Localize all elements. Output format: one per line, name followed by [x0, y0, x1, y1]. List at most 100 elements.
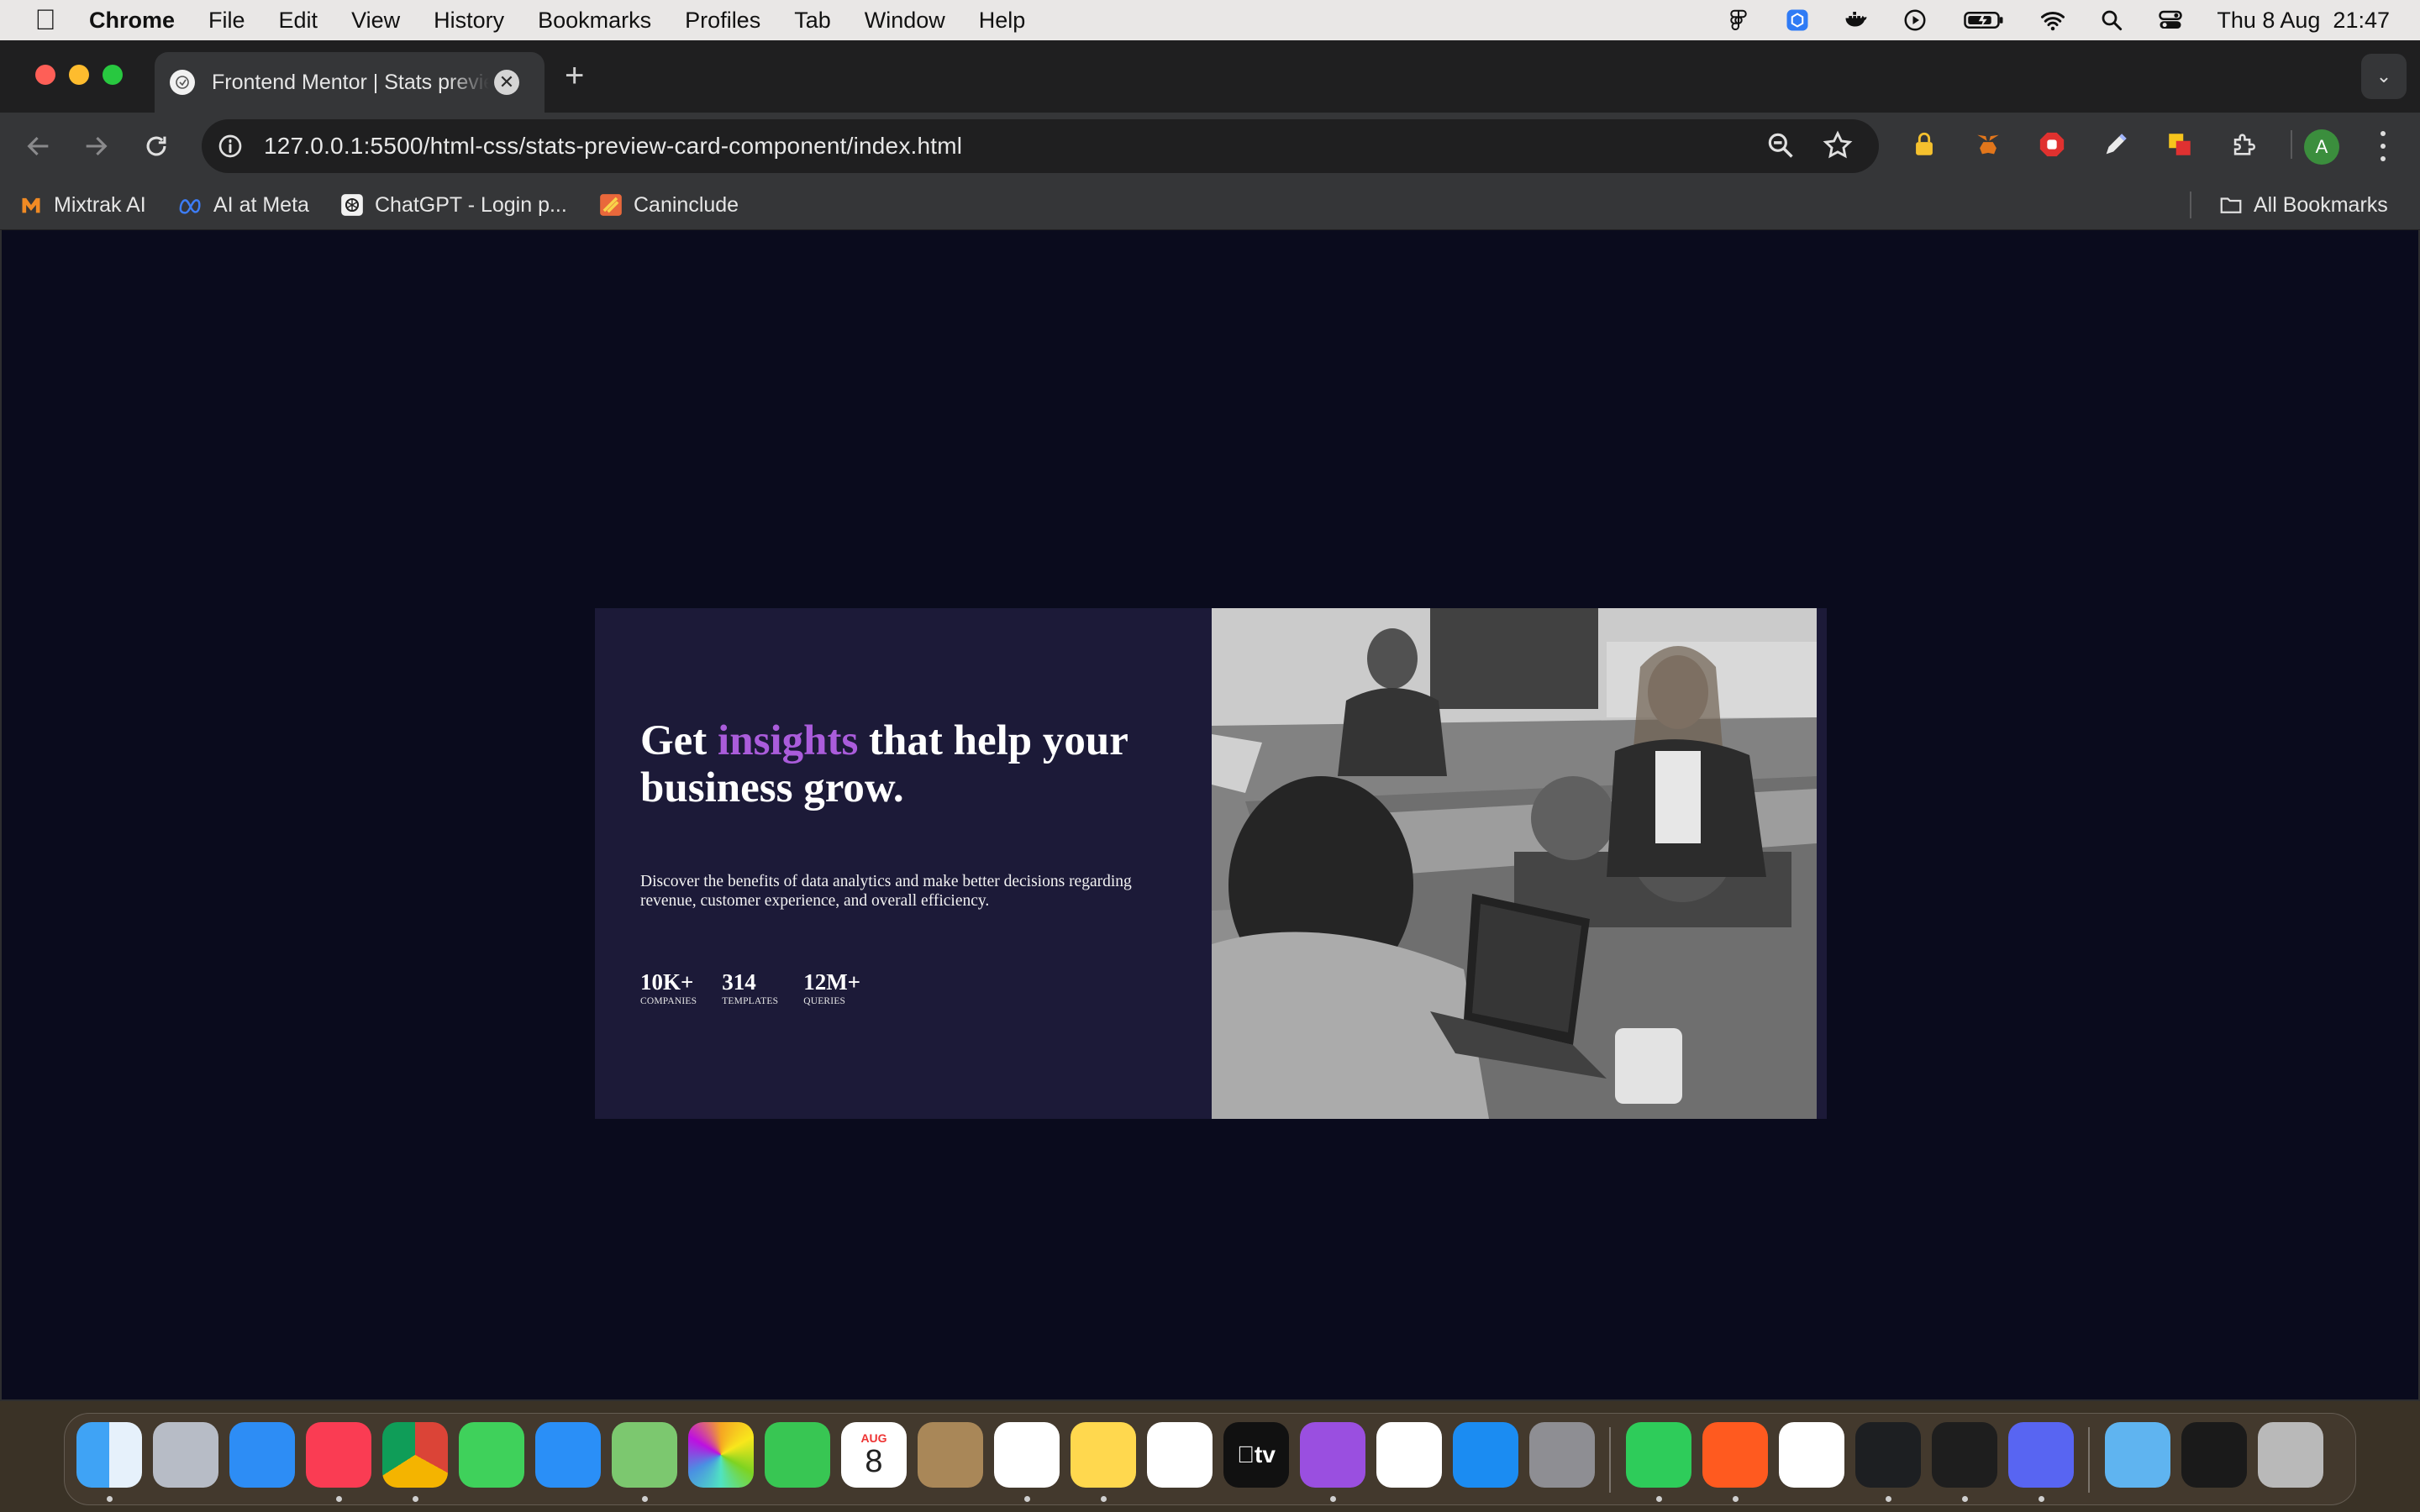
contacts-icon[interactable] — [918, 1422, 983, 1488]
minimize-window-button[interactable] — [69, 65, 89, 85]
site-info-icon[interactable] — [213, 129, 247, 163]
back-arrow-icon[interactable] — [20, 128, 57, 165]
messages-icon[interactable] — [459, 1422, 524, 1488]
brave-icon[interactable] — [1702, 1422, 1768, 1488]
recent-app-icon[interactable] — [2181, 1422, 2247, 1488]
stats-preview-card: Get insights that help your business gro… — [595, 608, 1827, 1119]
freeform-icon[interactable] — [1147, 1422, 1213, 1488]
podcasts-icon[interactable] — [1300, 1422, 1365, 1488]
chrome-menu-icon[interactable] — [2375, 128, 2391, 165]
running-indicator — [1101, 1496, 1107, 1502]
menubar-clock[interactable]: Thu 8 Aug 21:47 — [2217, 8, 2390, 34]
meta-icon — [178, 192, 203, 218]
zoom-icon[interactable] — [1765, 129, 1797, 165]
url-text[interactable]: 127.0.0.1:5500/html-css/stats-preview-ca… — [264, 133, 962, 160]
vscode-icon[interactable] — [1779, 1422, 1844, 1488]
trash-icon[interactable] — [2258, 1422, 2323, 1488]
pesticide-extension-icon[interactable] — [2163, 128, 2196, 161]
bookmark-meta-ai[interactable]: AI at Meta — [178, 190, 309, 220]
calendar-day: 8 — [865, 1444, 883, 1479]
running-indicator — [1886, 1496, 1891, 1502]
all-bookmarks-button[interactable]: All Bookmarks — [2218, 190, 2388, 220]
bookmark-chatgpt[interactable]: ChatGPT - Login p... — [339, 190, 567, 220]
page-viewport: Get insights that help your business gro… — [0, 230, 2420, 1401]
play-icon[interactable] — [1902, 8, 1928, 33]
notes-icon[interactable] — [1071, 1422, 1136, 1488]
photos-icon[interactable] — [688, 1422, 754, 1488]
address-bar[interactable]: 127.0.0.1:5500/html-css/stats-preview-ca… — [202, 119, 1879, 173]
extensions-row — [1907, 128, 2292, 161]
control-center-icon[interactable] — [2158, 8, 2183, 33]
menu-profiles[interactable]: Profiles — [685, 8, 760, 34]
apple-menu-icon[interactable]:  — [22, 4, 69, 37]
wifi-icon[interactable] — [2040, 8, 2065, 33]
bookmark-caninclude[interactable]: Caninclude — [598, 190, 739, 220]
password-lock-icon[interactable] — [1907, 128, 1941, 161]
finder-icon[interactable] — [76, 1422, 142, 1488]
forward-arrow-icon[interactable] — [77, 128, 114, 165]
dock-separator — [2088, 1427, 2090, 1493]
menu-file[interactable]: File — [208, 8, 245, 34]
running-indicator — [107, 1496, 113, 1502]
system-settings-icon[interactable] — [1529, 1422, 1595, 1488]
stat-value: 12M+ — [803, 969, 861, 995]
folder-icon — [2218, 192, 2244, 218]
downloads-folder-icon[interactable] — [2105, 1422, 2170, 1488]
adblock-icon[interactable] — [2035, 128, 2069, 161]
bookmarks-separator — [2190, 192, 2191, 218]
running-indicator — [1656, 1496, 1662, 1502]
menu-window[interactable]: Window — [865, 8, 945, 34]
running-indicator — [1733, 1496, 1739, 1502]
figma-icon[interactable] — [1932, 1422, 1997, 1488]
discord-icon[interactable] — [2008, 1422, 2074, 1488]
safari-icon[interactable] — [229, 1422, 295, 1488]
bookmark-mixtrak[interactable]: Mixtrak AI — [18, 190, 146, 220]
whatsapp-icon[interactable] — [1626, 1422, 1691, 1488]
menu-app-name[interactable]: Chrome — [89, 8, 175, 34]
app-store-icon[interactable] — [1453, 1422, 1518, 1488]
extensions-puzzle-icon[interactable] — [2227, 128, 2260, 161]
menu-bookmarks[interactable]: Bookmarks — [538, 8, 651, 34]
battery-icon[interactable] — [1961, 8, 2007, 33]
facetime-icon[interactable] — [765, 1422, 830, 1488]
fullscreen-window-button[interactable] — [103, 65, 123, 85]
menu-history[interactable]: History — [434, 8, 504, 34]
tab-close-icon[interactable]: ✕ — [494, 70, 519, 95]
news-icon[interactable] — [1376, 1422, 1442, 1488]
chrome-icon[interactable] — [382, 1422, 448, 1488]
apple-tv-icon[interactable]: tv — [1223, 1422, 1289, 1488]
reminders-icon[interactable] — [994, 1422, 1060, 1488]
mail-icon[interactable] — [535, 1422, 601, 1488]
menu-help[interactable]: Help — [979, 8, 1026, 34]
calendar-icon[interactable]: AUG 8 — [841, 1422, 907, 1488]
color-picker-icon[interactable] — [2099, 128, 2133, 161]
stat-label: Companies — [640, 996, 697, 1006]
launchpad-icon[interactable] — [153, 1422, 218, 1488]
stat-label: Queries — [803, 996, 846, 1006]
bookmark-label: Caninclude — [634, 192, 739, 217]
tab-search-chevron-down-icon[interactable]: ⌄ — [2361, 54, 2407, 99]
maps-icon[interactable] — [612, 1422, 677, 1488]
new-tab-button[interactable]: + — [565, 57, 584, 95]
music-icon[interactable] — [306, 1422, 371, 1488]
menu-tab[interactable]: Tab — [794, 8, 831, 34]
close-window-button[interactable] — [35, 65, 55, 85]
vpn-icon[interactable] — [1785, 8, 1810, 33]
menu-view[interactable]: View — [351, 8, 400, 34]
bookmark-star-icon[interactable] — [1822, 129, 1854, 165]
toolbar-divider — [2291, 130, 2292, 159]
bookmarks-bar: Mixtrak AI AI at Meta ChatGPT - Login p.… — [0, 180, 2420, 230]
tab-strip: Frontend Mentor | Stats preview card com… — [0, 40, 2420, 113]
bookmark-label: AI at Meta — [213, 192, 309, 217]
reload-icon[interactable] — [138, 128, 175, 165]
active-tab[interactable]: Frontend Mentor | Stats preview card com… — [155, 52, 544, 113]
menu-edit[interactable]: Edit — [279, 8, 318, 34]
activity-monitor-icon[interactable] — [1855, 1422, 1921, 1488]
running-indicator — [1962, 1496, 1968, 1502]
figma-menubar-icon[interactable] — [1726, 8, 1751, 33]
spotlight-icon[interactable] — [2099, 8, 2124, 33]
docker-icon[interactable] — [1844, 8, 1869, 33]
profile-avatar[interactable]: A — [2304, 129, 2339, 165]
metamask-icon[interactable] — [1971, 128, 2005, 161]
dock-separator — [1609, 1427, 1611, 1493]
